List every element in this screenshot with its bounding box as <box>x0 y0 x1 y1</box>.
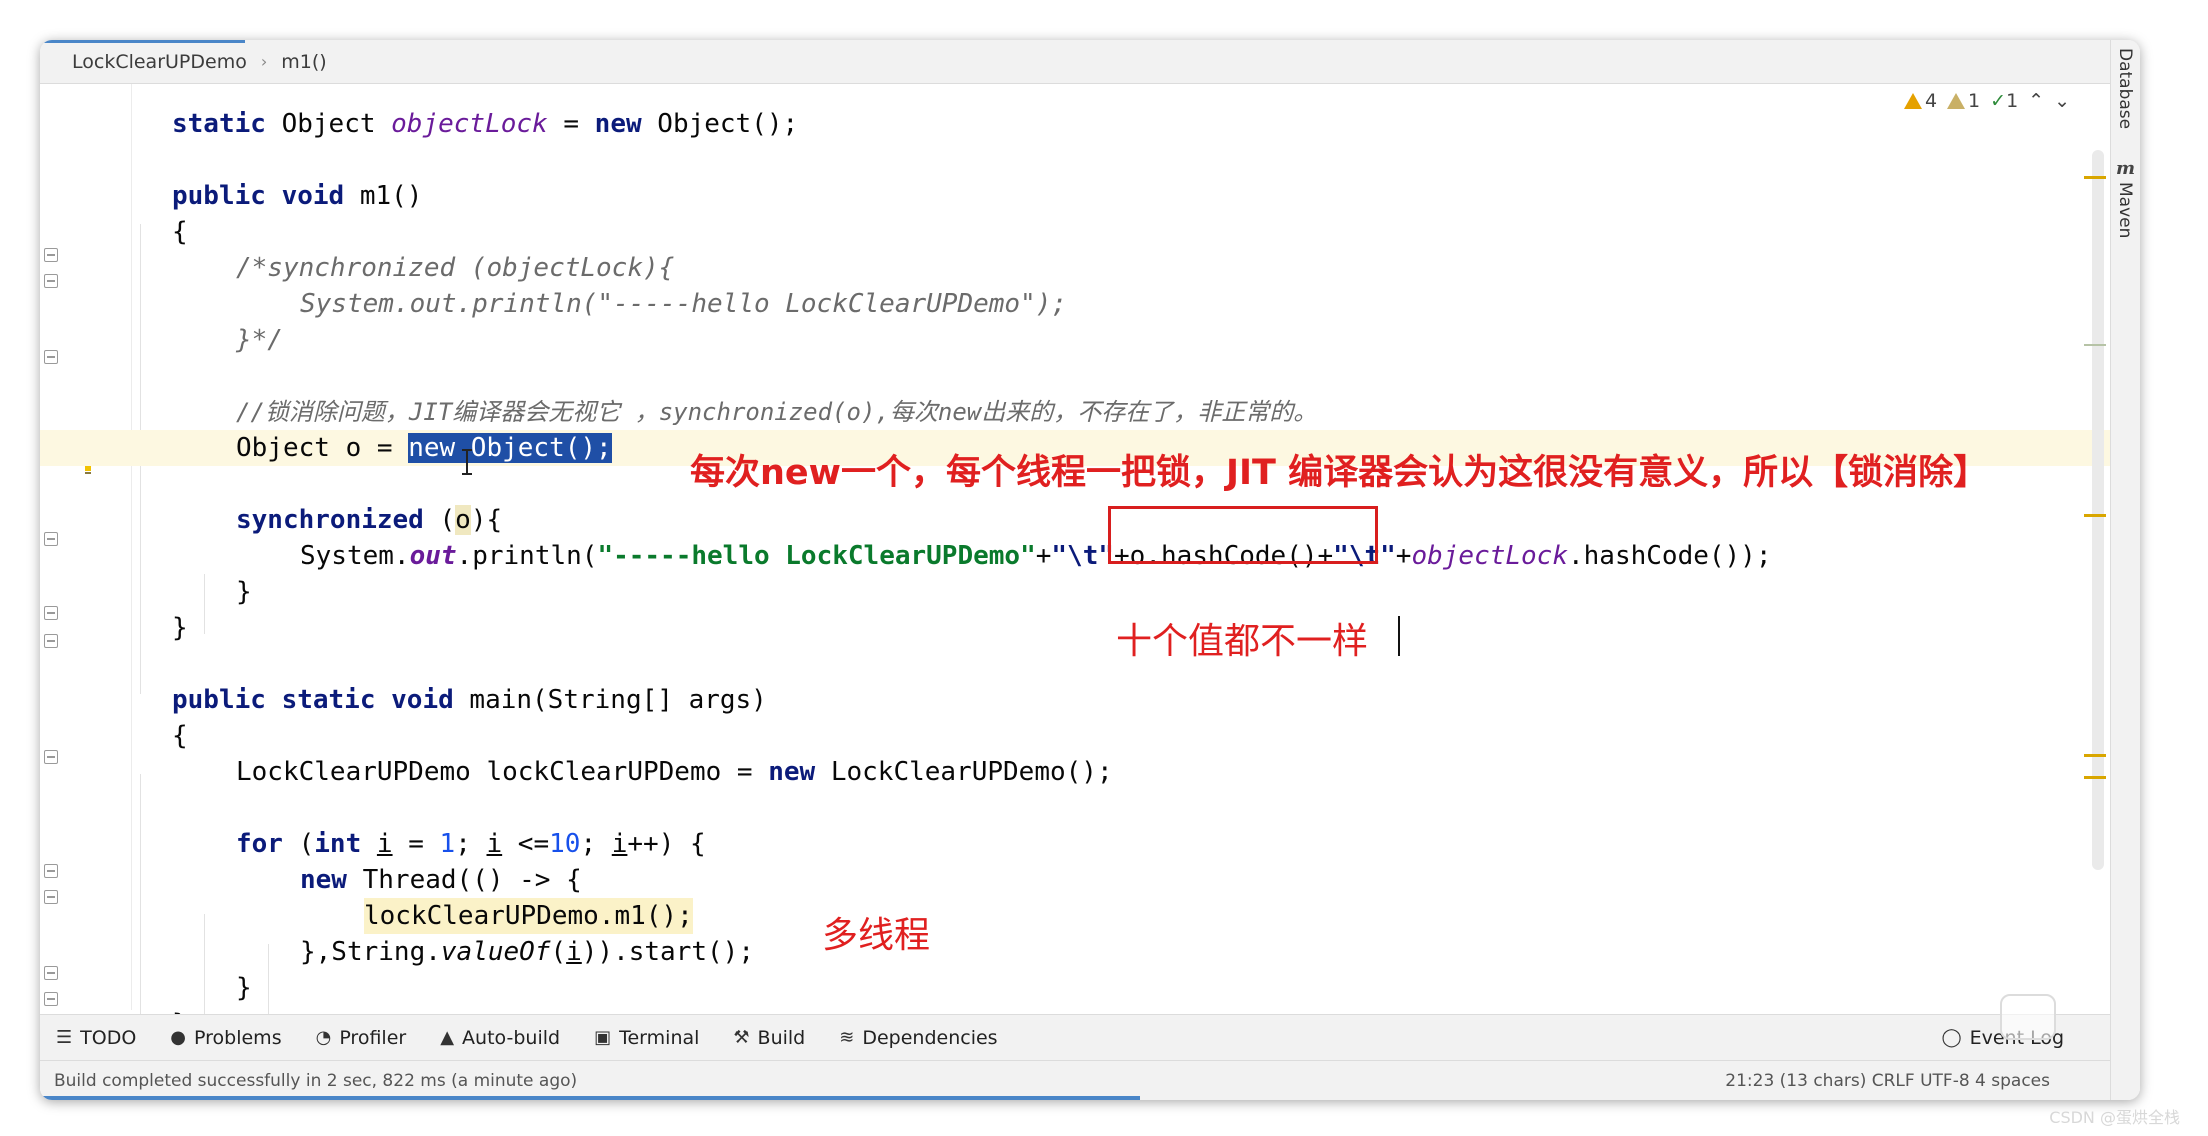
fold-icon[interactable] <box>44 966 58 980</box>
terminal-icon: ▣ <box>594 1027 612 1048</box>
fold-icon[interactable] <box>44 634 58 648</box>
fold-icon[interactable] <box>44 532 58 546</box>
dependencies-tool[interactable]: ≋ Dependencies <box>839 1027 997 1049</box>
status-bar: Build completed successfully in 2 sec, 8… <box>40 1060 2110 1100</box>
highlight-box <box>1108 506 1378 564</box>
code-line: public void m1() <box>172 181 423 211</box>
todo-tool[interactable]: ☰ TODO <box>56 1027 136 1049</box>
active-tab-indicator <box>40 40 245 43</box>
code-line: public static void main(String[] args) <box>172 685 767 715</box>
code-line: lockClearUPDemo.m1(); <box>132 898 2110 934</box>
right-tool-strip: Database m Maven <box>2110 40 2140 1100</box>
info-icon: ● <box>170 1027 187 1048</box>
status-message[interactable]: Build completed successfully in 2 sec, 8… <box>54 1071 577 1091</box>
text-cursor-icon <box>462 449 472 475</box>
video-play-icon[interactable] <box>2000 994 2056 1040</box>
scroll-marker[interactable] <box>2084 514 2106 517</box>
code-line: { <box>172 721 188 751</box>
breadcrumb: LockClearUPDemo › m1() <box>40 40 2110 84</box>
values-differ-annotation: 十个值都不一样 <box>1116 621 1369 662</box>
status-progress-bar <box>40 1096 1140 1100</box>
scroll-marker[interactable] <box>2084 776 2106 779</box>
breadcrumb-method[interactable]: m1() <box>281 51 326 73</box>
code-line: //锁消除问题，JIT编译器会无视它 ，synchronized(o),每次ne… <box>236 398 1318 426</box>
code-line: for (int i = 1; i <=10; i++) { <box>236 829 706 859</box>
editor-gutter <box>40 84 130 1032</box>
scroll-marker[interactable] <box>2084 344 2106 346</box>
code-line: /*synchronized (objectLock){ <box>236 253 675 283</box>
code-line: } <box>236 973 252 1003</box>
hammer-icon: ⚒ <box>733 1027 750 1048</box>
build-tool[interactable]: ⚒ Build <box>733 1027 805 1049</box>
watermark: CSDN @蛋烘全栈 <box>2049 1108 2180 1127</box>
multi-thread-annotation: 多线程 <box>822 915 931 956</box>
fold-icon[interactable] <box>44 606 58 620</box>
status-position[interactable]: 21:23 (13 chars) CRLF UTF-8 4 spaces <box>1725 1071 2050 1091</box>
event-log-icon: ◯ <box>1941 1027 1962 1048</box>
list-icon: ☰ <box>56 1027 73 1048</box>
breadcrumb-class[interactable]: LockClearUPDemo <box>72 51 247 73</box>
autobuild-tool[interactable]: ▲ Auto-build <box>440 1027 560 1049</box>
fold-icon[interactable] <box>44 890 58 904</box>
maven-tool-tab[interactable]: Maven <box>2115 182 2135 238</box>
maven-icon: m <box>2116 158 2136 179</box>
fold-icon[interactable] <box>44 350 58 364</box>
profiler-tool[interactable]: ◔ Profiler <box>316 1027 407 1049</box>
scroll-marker[interactable] <box>2084 176 2106 179</box>
terminal-tool[interactable]: ▣ Terminal <box>594 1027 699 1049</box>
fold-icon[interactable] <box>44 864 58 878</box>
code-line: new Thread(() -> { <box>300 865 582 895</box>
code-line: { <box>172 217 188 247</box>
code-line: },String.valueOf(i)).start(); <box>300 937 754 967</box>
code-line: }*/ <box>236 325 283 355</box>
ide-window: LockClearUPDemo › m1() Database m Maven … <box>40 40 2140 1100</box>
chevron-right-icon: › <box>260 52 268 71</box>
scroll-marker[interactable] <box>2084 754 2106 757</box>
layers-icon: ≋ <box>839 1027 855 1048</box>
fold-icon[interactable] <box>44 750 58 764</box>
fold-icon[interactable] <box>44 274 58 288</box>
editor-scrollbar[interactable] <box>2092 150 2104 870</box>
fold-icon[interactable] <box>44 992 58 1006</box>
code-line: System.out.println("-----hello LockClear… <box>300 289 1068 319</box>
fold-icon[interactable] <box>44 248 58 262</box>
text-caret <box>1398 616 1400 656</box>
code-line: LockClearUPDemo lockClearUPDemo = new Lo… <box>236 757 1113 787</box>
bottom-toolbar: ☰ TODO ● Problems ◔ Profiler ▲ Auto-build ▣ T… <box>40 1014 2110 1060</box>
lock-clear-annotation: 每次new一个，每个线程一把锁，JIT 编译器会认为这很没有意义，所以【锁消除】 <box>690 453 1989 493</box>
code-line: } <box>236 577 252 607</box>
database-tool-tab[interactable]: Database <box>2115 48 2135 129</box>
profiler-icon: ◔ <box>315 1027 332 1048</box>
code-line: static Object objectLock = new Object(); <box>172 109 799 139</box>
problems-tool[interactable]: ● Problems <box>170 1027 281 1049</box>
warning-icon: ▲ <box>440 1027 455 1048</box>
